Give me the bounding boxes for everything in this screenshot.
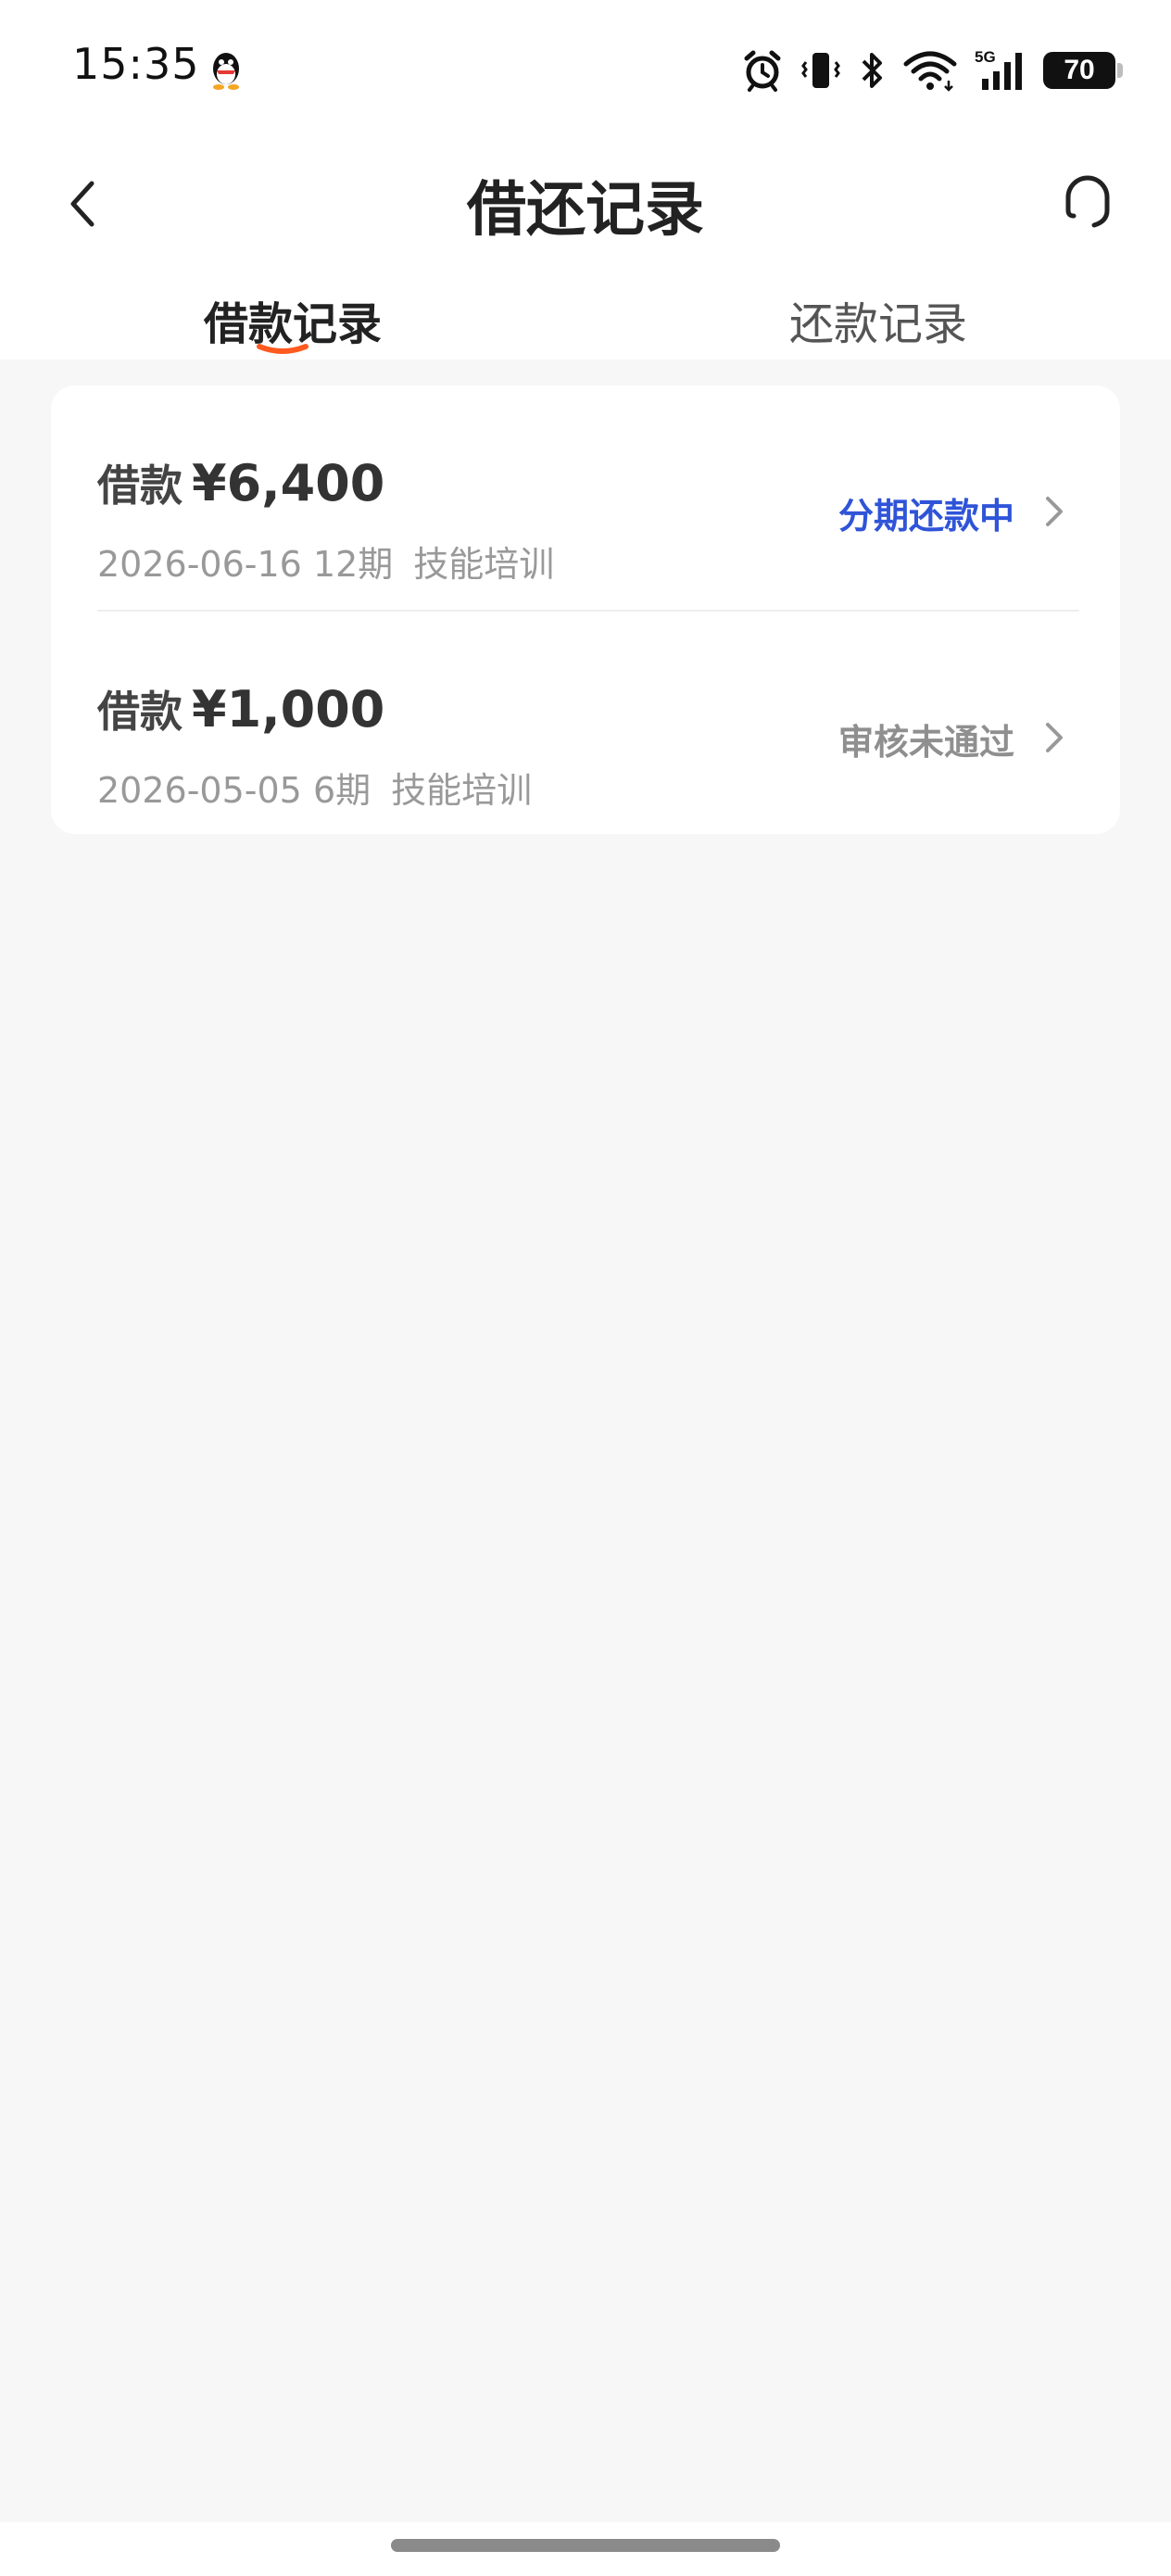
page-title: 借还记录: [467, 176, 704, 245]
loan-label: 借款: [97, 461, 183, 511]
list-divider: [97, 610, 1079, 612]
network-type-label: 5G: [975, 48, 996, 66]
loan-title: 借款 ¥1,000: [97, 678, 384, 739]
battery-level: 70: [1064, 55, 1095, 85]
loan-purpose: 技能培训: [391, 770, 533, 811]
loan-amount: ¥6,400: [192, 454, 385, 512]
loan-status: 分期还款中: [837, 496, 1014, 537]
loan-label: 借款: [97, 687, 183, 737]
customer-service-button[interactable]: [1049, 163, 1127, 241]
chevron-right-icon: [1046, 723, 1063, 752]
loan-record-item[interactable]: 借款 ¥6,400 2026-06-16 12期 技能培训 分期还款中: [97, 411, 1079, 597]
loan-date: 2026-05-05: [97, 770, 302, 811]
home-indicator[interactable]: [391, 2539, 780, 2552]
chevron-right-icon: [1046, 497, 1063, 526]
record-tabs: 借款记录 还款记录: [0, 278, 1171, 360]
tab-repay-records[interactable]: 还款记录: [711, 287, 1045, 352]
qq-penguin-icon: [213, 53, 239, 90]
loan-periods: 12期: [312, 544, 394, 585]
wifi-icon: [903, 51, 957, 92]
headset-icon: [1065, 175, 1110, 228]
loan-details: 2026-06-16 12期 技能培训: [97, 536, 554, 587]
loan-details: 2026-05-05 6期 技能培训: [97, 762, 532, 813]
loan-status: 审核未通过: [837, 722, 1014, 763]
bluetooth-icon: [862, 53, 882, 88]
loan-amount: ¥1,000: [192, 680, 385, 739]
loan-record-item[interactable]: 借款 ¥1,000 2026-05-05 6期 技能培训 审核未通过: [97, 638, 1079, 823]
active-tab-indicator: [257, 344, 308, 354]
cellular-signal-icon: 5G: [975, 48, 1022, 90]
vibrate-icon: [801, 53, 840, 88]
battery-icon: 70: [1043, 52, 1123, 89]
loan-title: 借款 ¥6,400: [97, 452, 384, 513]
status-time: 15:35: [72, 39, 200, 89]
loan-periods: 6期: [312, 770, 371, 811]
header-area: 15:35 5G 70 借还记录 借款记录 还款记录: [0, 0, 1171, 360]
loan-record-list: 借款 ¥6,400 2026-06-16 12期 技能培训 分期还款中 借款 ¥1…: [51, 385, 1120, 834]
loan-purpose: 技能培训: [413, 544, 555, 585]
status-icons: 5G 70: [741, 43, 1123, 98]
loan-date: 2026-06-16: [97, 544, 302, 585]
alarm-icon: [744, 50, 781, 92]
